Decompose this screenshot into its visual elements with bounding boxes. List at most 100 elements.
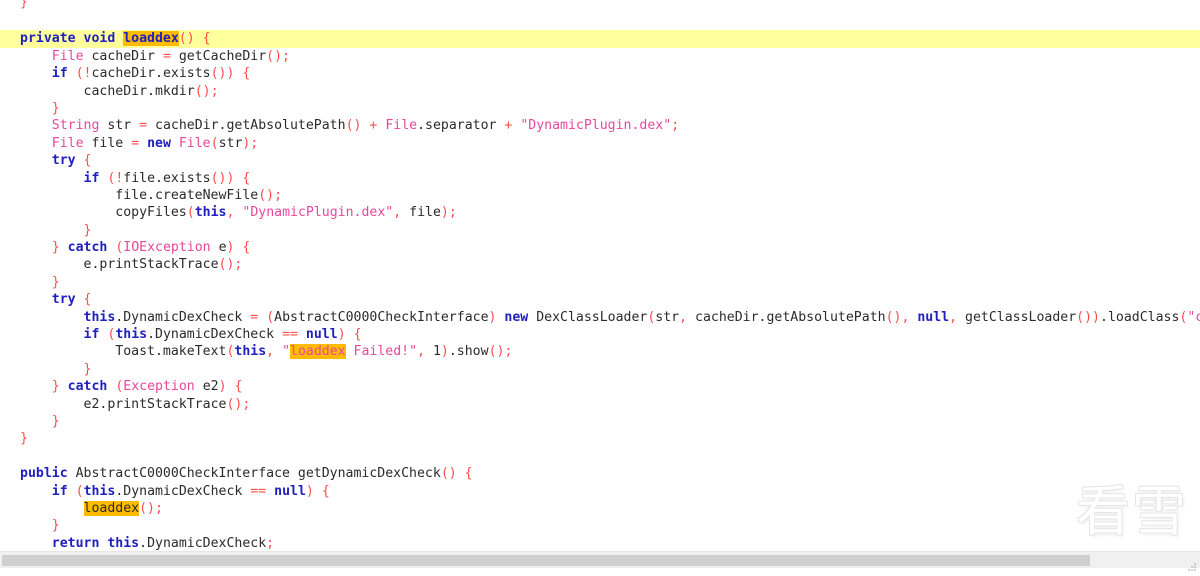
code-token-punctuation: (); xyxy=(489,344,513,359)
code-token-identifier xyxy=(258,310,266,325)
code-line: try { xyxy=(0,291,1200,308)
code-token-punctuation: , xyxy=(393,205,401,220)
code-token-identifier xyxy=(346,327,354,342)
code-line: } catch (Exception e2) { xyxy=(0,378,1200,395)
code-token-identifier: cacheDir.getAbsolutePath xyxy=(147,118,346,133)
code-line-current[interactable]: private void loaddex() { xyxy=(0,30,1200,47)
code-line: if (this.DynamicDexCheck == null) { xyxy=(0,483,1200,500)
code-token-keyword: new xyxy=(504,310,528,325)
code-token-punctuation: ()) xyxy=(211,66,235,81)
code-token-punctuation: ()) xyxy=(211,171,235,186)
code-token-keyword: null xyxy=(306,327,338,342)
resize-grip-icon[interactable] xyxy=(1188,557,1197,566)
code-token-identifier: e2.printStackTrace xyxy=(84,397,227,412)
code-token-identifier: .show xyxy=(449,344,489,359)
code-token-identifier: getClassLoader xyxy=(957,310,1076,325)
code-line: return this.DynamicDexCheck; xyxy=(0,535,1200,551)
code-token-punctuation: (); xyxy=(139,501,163,516)
code-token-identifier xyxy=(76,292,84,307)
code-token-identifier: .DynamicDexCheck xyxy=(115,484,250,499)
code-line-blank xyxy=(0,13,1200,30)
code-token-identifier: copyFiles xyxy=(115,205,186,220)
code-token-punctuation: } xyxy=(84,362,92,377)
search-match-loaddex[interactable]: loaddex xyxy=(84,501,140,516)
code-token-identifier: 1 xyxy=(425,344,441,359)
search-match-loaddex[interactable]: loaddex xyxy=(123,31,179,46)
code-token-punctuation: (); xyxy=(226,397,250,412)
code-token-identifier xyxy=(68,66,76,81)
code-line: loaddex(); xyxy=(0,500,1200,517)
code-token-identifier xyxy=(274,344,282,359)
code-token-identifier: .separator xyxy=(417,118,504,133)
code-token-identifier: e.printStackTrace xyxy=(84,257,219,272)
code-token-keyword: this xyxy=(107,536,139,551)
code-token-identifier: .DynamicDexCheck xyxy=(139,536,266,551)
code-token-type: Exception xyxy=(123,379,194,394)
code-token-punctuation: { xyxy=(242,66,250,81)
code-token-identifier: getCacheDir xyxy=(171,49,266,64)
code-line: File file = new File(str); xyxy=(0,135,1200,152)
code-token-keyword: new xyxy=(147,136,171,151)
code-token-punctuation: = xyxy=(131,136,139,151)
code-token-punctuation: } xyxy=(20,431,28,446)
code-line: } xyxy=(0,274,1200,291)
code-token-punctuation: ; xyxy=(266,536,274,551)
code-token-identifier: AbstractC0000CheckInterface xyxy=(274,310,488,325)
code-token-identifier xyxy=(76,153,84,168)
code-token-punctuation: ; xyxy=(671,118,679,133)
code-line: copyFiles(this, "DynamicPlugin.dex", fil… xyxy=(0,204,1200,221)
horizontal-scrollbar[interactable] xyxy=(0,551,1200,568)
code-token-identifier: AbstractC0000CheckInterface getDynamicDe… xyxy=(68,466,441,481)
search-match-loaddex[interactable]: loaddex xyxy=(290,344,346,359)
code-line: try { xyxy=(0,152,1200,169)
code-token-punctuation: ( xyxy=(76,484,84,499)
code-line: if (!file.exists()) { xyxy=(0,170,1200,187)
code-token-identifier xyxy=(457,466,465,481)
code-token-identifier: e2 xyxy=(195,379,219,394)
code-token-punctuation: { xyxy=(234,379,242,394)
code-token-keyword: public xyxy=(20,466,68,481)
code-token-punctuation: ) xyxy=(306,484,314,499)
code-token-punctuation: { xyxy=(242,240,250,255)
code-line-blank xyxy=(0,448,1200,465)
code-token-punctuation: } xyxy=(52,275,60,290)
code-token-punctuation: ( xyxy=(211,136,219,151)
horizontal-scrollbar-thumb[interactable] xyxy=(2,555,1090,566)
code-token-punctuation: { xyxy=(84,153,92,168)
code-token-punctuation: ); xyxy=(242,136,258,151)
code-editor-view[interactable]: } private void loaddex() { File cacheDir… xyxy=(0,0,1200,551)
code-token-identifier xyxy=(60,240,68,255)
code-token-identifier: .loadClass xyxy=(1100,310,1179,325)
code-token-punctuation: } xyxy=(52,414,60,429)
code-token-punctuation: () xyxy=(179,31,195,46)
code-token-punctuation: } xyxy=(20,0,28,10)
code-token-keyword: private void xyxy=(20,31,123,46)
code-token-punctuation: { xyxy=(84,292,92,307)
code-token-type: String xyxy=(52,118,100,133)
code-token-punctuation: == xyxy=(250,484,266,499)
code-line: public AbstractC0000CheckInterface getDy… xyxy=(0,465,1200,482)
code-token-punctuation: (); xyxy=(195,84,219,99)
code-token-identifier xyxy=(171,136,179,151)
code-token-identifier: str xyxy=(219,136,243,151)
code-token-identifier: cacheDir.getAbsolutePath xyxy=(687,310,886,325)
code-token-punctuation: } xyxy=(52,101,60,116)
code-token-keyword: if xyxy=(52,484,68,499)
code-token-type: IOException xyxy=(123,240,210,255)
code-token-punctuation: { xyxy=(203,31,211,46)
code-token-type: File xyxy=(385,118,417,133)
code-token-keyword: if xyxy=(52,66,68,81)
code-token-punctuation: { xyxy=(465,466,473,481)
code-token-identifier xyxy=(60,379,68,394)
code-token-punctuation: ); xyxy=(441,205,457,220)
code-line-truncated: this.DynamicDexCheck = (AbstractC0000Che… xyxy=(0,309,1200,326)
code-line: } xyxy=(0,0,1200,13)
code-token-identifier xyxy=(68,484,76,499)
code-token-identifier: cacheDir xyxy=(84,49,163,64)
code-line: File cacheDir = getCacheDir(); xyxy=(0,48,1200,65)
code-line: } xyxy=(0,222,1200,239)
code-token-type: File xyxy=(179,136,211,151)
code-line: Toast.makeText(this, "loaddex Failed!", … xyxy=(0,343,1200,360)
code-token-string: Failed!" xyxy=(346,344,417,359)
code-token-keyword: catch xyxy=(68,379,108,394)
